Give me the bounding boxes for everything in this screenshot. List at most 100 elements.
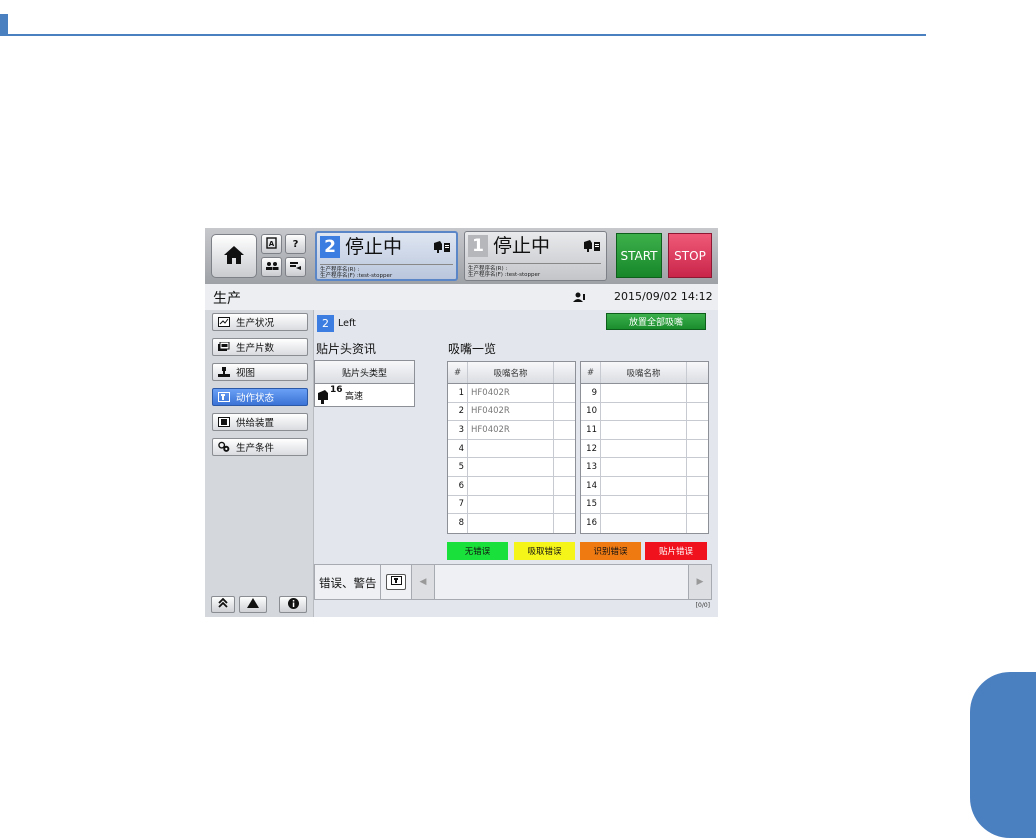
sidebar-item-label: 视图	[236, 368, 256, 379]
table-row[interactable]: 2 HF0402R	[448, 402, 575, 422]
table-header: # 吸嘴名称	[448, 362, 575, 384]
machine-screen: A ? 2 停止中 生产程序名(R) : 生产程序名(F) :test-stop…	[205, 228, 718, 617]
document-header-accent	[0, 14, 8, 36]
nozzle-number: 2	[448, 402, 468, 421]
table-row[interactable]: 1 HF0402R	[448, 384, 575, 403]
table-row[interactable]: 6	[448, 476, 575, 496]
nozzle-name	[468, 476, 554, 495]
table-row[interactable]: 13	[581, 458, 708, 477]
legend-item: 识别错误	[580, 542, 641, 560]
scroll-right-button[interactable]: ▶	[688, 565, 711, 599]
table-row[interactable]: 4	[448, 439, 575, 459]
lane-1-program: 生产程序名(R) : 生产程序名(F) :test-stopper	[468, 263, 601, 278]
table-header: # 吸嘴名称	[581, 362, 708, 384]
table-row[interactable]: 7	[448, 495, 575, 515]
table-row[interactable]: 15	[581, 495, 708, 515]
sidebar-item-label: 生产状况	[236, 318, 275, 329]
nozzle-number: 6	[448, 476, 468, 495]
page-title: 生产	[213, 291, 241, 307]
collapse-button[interactable]	[211, 596, 235, 613]
sidebar-item-production-status[interactable]: 生产状况	[212, 313, 308, 331]
nozzle-name	[468, 439, 554, 458]
nozzle-name	[601, 439, 687, 458]
top-bar: A ? 2 停止中 生产程序名(R) : 生产程序名(F) :test-stop…	[205, 228, 718, 284]
nozzle-name	[468, 514, 554, 533]
table-row[interactable]: 12	[581, 439, 708, 459]
view-icon	[218, 367, 230, 377]
manual-button[interactable]: A	[261, 234, 282, 254]
triangle-right-icon: ▶	[696, 577, 704, 587]
scroll-left-button[interactable]: ◀	[411, 565, 435, 599]
operator-button[interactable]	[261, 257, 282, 277]
sidebar-item-action-status[interactable]: 动作状态	[212, 388, 308, 406]
table-row[interactable]: 5	[448, 458, 575, 477]
start-button[interactable]: START	[616, 233, 662, 278]
head-type-column: 贴片头类型	[315, 361, 414, 384]
sidebar-item-production-conditions[interactable]: 生产条件	[212, 438, 308, 456]
sidebar-item-production-count[interactable]: 生产片数	[212, 338, 308, 356]
tool-button[interactable]	[285, 257, 306, 277]
help-button[interactable]: ?	[285, 234, 306, 254]
nozzle-head-icon	[433, 240, 451, 257]
legend-item: 吸取错误	[514, 542, 575, 560]
sidebar-item-label: 动作状态	[236, 393, 275, 404]
table-row[interactable]: 10	[581, 402, 708, 422]
divider	[380, 565, 381, 599]
home-icon	[223, 245, 245, 268]
lane-2-program: 生产程序名(R) : 生产程序名(F) :test-stopper	[320, 264, 453, 279]
table-row[interactable]: 9	[581, 384, 708, 403]
error-count: [0/0]	[695, 602, 710, 609]
lane-selector-label: Left	[338, 318, 356, 329]
nozzle-number: 9	[581, 384, 601, 402]
lane-2-status-panel[interactable]: 2 停止中 生产程序名(R) : 生产程序名(F) :test-stopper	[315, 231, 458, 281]
nozzle-status-cell	[687, 496, 708, 514]
title-bar: 生产 2015/09/02 14:12	[205, 284, 718, 311]
nozzle-number: 1	[448, 384, 468, 402]
nozzle-name	[601, 384, 687, 402]
lane-selector-number[interactable]: 2	[317, 315, 334, 332]
lane-1-status: 停止中	[493, 235, 551, 257]
nozzle-status-cell	[554, 477, 575, 495]
table-row[interactable]: 14	[581, 476, 708, 496]
error-filter-button[interactable]	[386, 574, 406, 590]
table-row[interactable]: 16	[581, 514, 708, 533]
filter-icon	[390, 576, 402, 588]
nozzle-status-cell	[687, 458, 708, 476]
nozzle-status-cell	[554, 514, 575, 533]
place-all-nozzles-button[interactable]: 放置全部吸嘴	[606, 313, 706, 330]
col-num-header: #	[448, 362, 468, 383]
lane-1-number: 1	[468, 235, 488, 257]
sidebar-item-feeder[interactable]: 供给装置	[212, 413, 308, 431]
info-button[interactable]	[279, 596, 307, 613]
action-icon	[218, 392, 230, 402]
stop-button[interactable]: STOP	[668, 233, 712, 278]
table-row[interactable]: 11	[581, 421, 708, 440]
warning-button[interactable]	[239, 596, 267, 613]
sidebar-item-label: 生产条件	[236, 443, 275, 454]
double-chevron-up-icon	[218, 597, 228, 611]
warning-icon	[247, 598, 259, 611]
sidebar-item-view[interactable]: 视图	[212, 363, 308, 381]
main-panel: 2 Left 放置全部吸嘴 贴片头资讯 吸嘴一览 贴片头类型 16 高速 # 吸…	[314, 310, 718, 617]
nozzle-table-right: # 吸嘴名称 9 10 11 12 13 14 15 16	[580, 361, 709, 534]
nozzle-number: 10	[581, 402, 601, 421]
nozzle-head-icon	[583, 239, 601, 256]
table-row[interactable]: 3 HF0402R	[448, 421, 575, 440]
status-icon	[218, 317, 230, 327]
home-button[interactable]	[211, 234, 257, 278]
nozzle-status-cell	[687, 477, 708, 495]
nozzle-status-cell	[554, 384, 575, 402]
nozzle-number: 11	[581, 421, 601, 439]
nozzle-number: 14	[581, 476, 601, 495]
sidebar: 生产状况 生产片数 视图 动作状态 供给装置 生产条件	[205, 310, 314, 617]
nozzle-status-cell	[687, 440, 708, 458]
legend-item: 无错误	[447, 542, 508, 560]
nozzle-number: 4	[448, 439, 468, 458]
legend-item: 贴片错误	[645, 542, 707, 560]
nozzle-status-cell	[554, 496, 575, 514]
nozzle-number: 3	[448, 421, 468, 439]
datetime: 2015/09/02 14:12	[614, 290, 713, 303]
table-row[interactable]: 8	[448, 514, 575, 533]
lane-1-status-panel[interactable]: 1 停止中 生产程序名(R) : 生产程序名(F) :test-stopper	[464, 231, 607, 281]
nozzle-name	[601, 476, 687, 495]
